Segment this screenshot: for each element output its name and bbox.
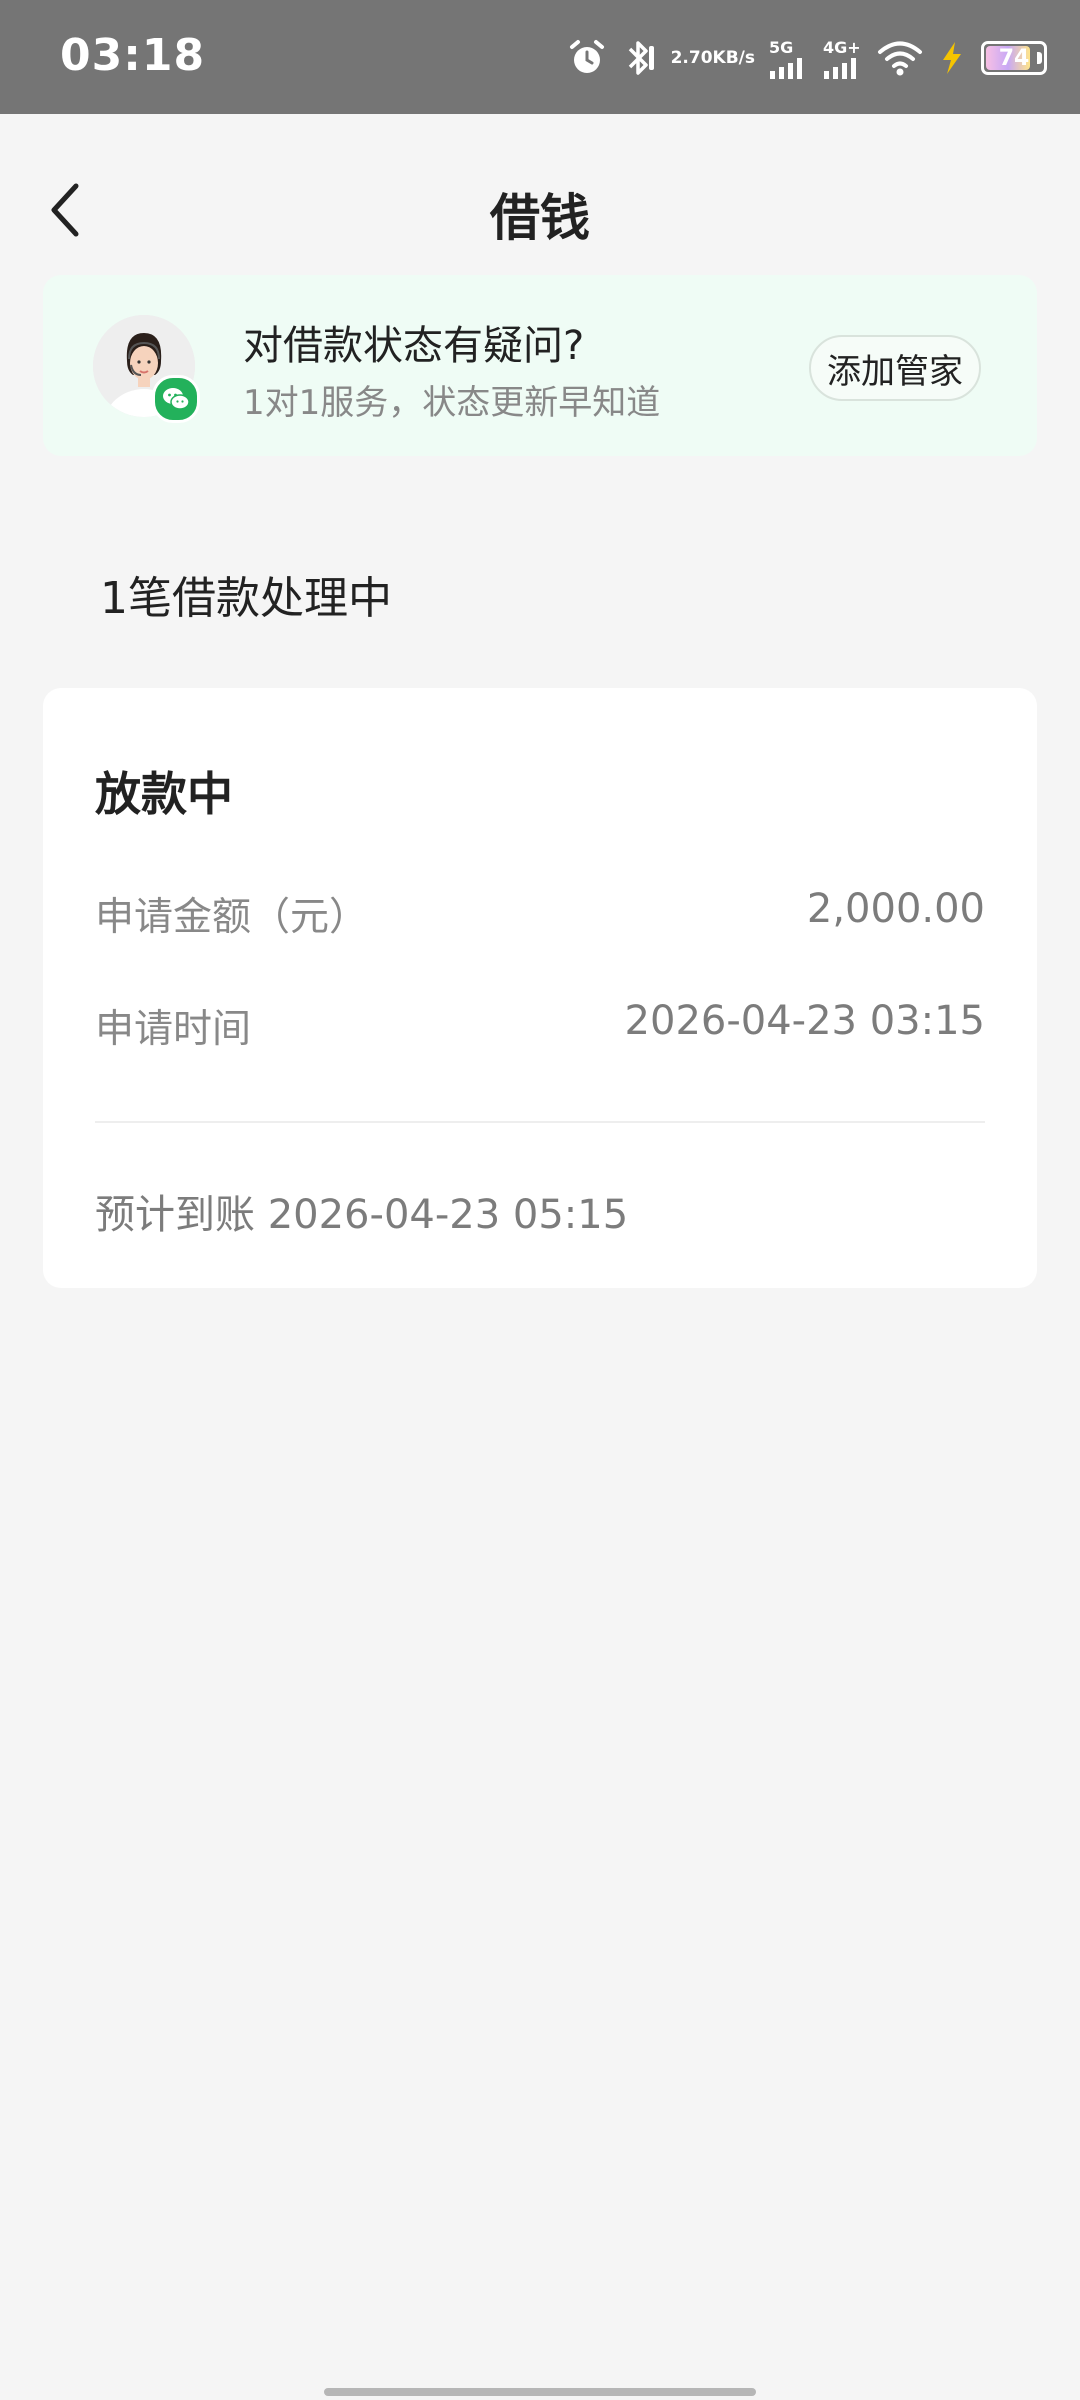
- page-title: 借钱: [490, 189, 590, 247]
- loan-status: 放款中: [95, 767, 233, 821]
- status-icons: 2.70 KB/s 5G 4G+ 74: [567, 30, 1047, 86]
- net-type-5g: 5G: [769, 37, 794, 57]
- battery-level-text: 74: [998, 45, 1030, 71]
- net-speed-value: 2.70: [670, 47, 713, 68]
- status-time: 03:18: [60, 30, 206, 81]
- net-speed-unit: KB/s: [712, 47, 755, 68]
- home-indicator[interactable]: [324, 2388, 756, 2396]
- signal-4g-icon: 4G+: [823, 38, 863, 79]
- net-speed: 2.70 KB/s: [670, 47, 755, 68]
- net-type-4g: 4G+: [823, 37, 861, 57]
- charging-icon: [937, 40, 967, 76]
- battery-icon: 74: [981, 41, 1047, 75]
- wifi-icon: [877, 39, 923, 77]
- wechat-icon: [152, 375, 200, 423]
- apply-time-value: 2026-04-23 03:15: [624, 998, 985, 1044]
- amount-value: 2,000.00: [806, 886, 985, 932]
- expected-arrival: 预计到账 2026-04-23 05:15: [95, 1192, 629, 1238]
- signal-5g-icon: 5G: [769, 38, 809, 79]
- bluetooth-icon: [621, 38, 657, 78]
- banner-subtitle: 1对1服务，状态更新早知道: [243, 383, 661, 423]
- service-banner[interactable]: 对借款状态有疑问? 1对1服务，状态更新早知道 添加管家: [43, 275, 1037, 456]
- add-manager-button[interactable]: 添加管家: [809, 335, 981, 401]
- alarm-icon: [567, 38, 607, 78]
- card-divider: [95, 1121, 985, 1123]
- loan-card[interactable]: 放款中 申请金额（元） 2,000.00 申请时间 2026-04-23 03:…: [43, 688, 1037, 1288]
- apply-time-label: 申请时间: [95, 1007, 252, 1052]
- status-bar: 03:18 2.70 KB/s 5G 4G+ 74: [0, 0, 1080, 114]
- loans-section-title: 1笔借款处理中: [100, 573, 392, 624]
- amount-label: 申请金额（元）: [95, 895, 369, 940]
- banner-title: 对借款状态有疑问?: [243, 323, 585, 369]
